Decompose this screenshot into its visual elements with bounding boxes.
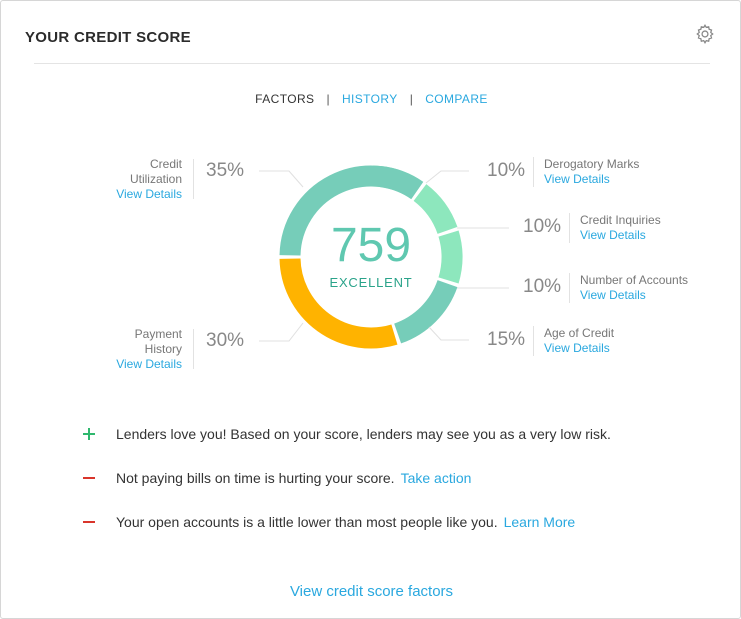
factor-label: Credit — [149, 157, 182, 171]
factor-divider — [193, 329, 194, 369]
minus-icon — [83, 521, 95, 523]
view-credit-score-factors-link[interactable]: View credit score factors — [1, 583, 741, 600]
leader-line-age — [428, 326, 469, 341]
factor-percent: 10% — [523, 216, 562, 237]
learn-more-link[interactable]: Learn More — [504, 514, 576, 530]
factor-payment-history: Payment History View Details — [101, 327, 182, 372]
minus-icon — [83, 477, 95, 479]
factor-percent: 15% — [487, 329, 526, 350]
view-details-link[interactable]: View Details — [101, 187, 182, 202]
credit-score-card: YOUR CREDIT SCORE FACTORS | HISTORY | COMPAR… — [0, 0, 741, 619]
leader-line-payment — [259, 322, 304, 342]
view-details-link[interactable]: View Details — [101, 357, 182, 372]
factor-label: Number of Accounts — [580, 273, 689, 287]
factor-percent: 10% — [523, 276, 562, 297]
factor-divider — [569, 273, 570, 303]
factor-divider — [569, 213, 570, 243]
leader-line-utilization — [259, 170, 304, 188]
tip-negative: Your open accounts is a little lower tha… — [116, 514, 575, 530]
factor-derogatory-marks: Derogatory Marks View Details — [544, 157, 639, 187]
factor-label: History — [144, 342, 182, 356]
factor-divider — [193, 159, 194, 199]
credit-score-value: 759 — [330, 219, 412, 272]
factor-credit-utilization: Credit Utilization View Details — [101, 157, 182, 202]
tip-text: Lenders love you! Based on your score, l… — [116, 426, 611, 442]
factor-percent: 30% — [206, 330, 245, 351]
factor-label: Credit Inquiries — [580, 213, 661, 227]
view-details-link[interactable]: View Details — [544, 172, 639, 187]
factor-percent: 35% — [206, 160, 245, 181]
factor-percent: 10% — [487, 160, 526, 181]
factor-credit-inquiries: Credit Inquiries View Details — [580, 213, 661, 243]
view-details-link[interactable]: View Details — [544, 341, 614, 356]
factor-number-of-accounts: Number of Accounts View Details — [580, 273, 688, 303]
factor-label: Age of Credit — [544, 326, 615, 340]
factor-label: Derogatory Marks — [544, 157, 640, 171]
plus-icon — [83, 428, 95, 440]
factor-label: Payment — [134, 327, 182, 341]
factor-label: Utilization — [129, 172, 182, 186]
leader-line-derogatory — [425, 170, 469, 184]
view-details-link[interactable]: View Details — [580, 288, 688, 303]
factor-divider — [533, 157, 534, 187]
factor-age-of-credit: Age of Credit View Details — [544, 326, 614, 356]
factor-divider — [533, 326, 534, 356]
take-action-link[interactable]: Take action — [401, 470, 472, 486]
segment-number-of-accounts — [438, 230, 463, 284]
tip-text: Your open accounts is a little lower tha… — [116, 514, 498, 530]
tip-positive: Lenders love you! Based on your score, l… — [116, 426, 611, 442]
tip-negative: Not paying bills on time is hurting your… — [116, 470, 471, 486]
tip-text: Not paying bills on time is hurting your… — [116, 470, 395, 486]
credit-score-rating: EXCELLENT — [329, 275, 413, 290]
view-details-link[interactable]: View Details — [580, 228, 661, 243]
segment-age-of-credit — [393, 279, 458, 344]
